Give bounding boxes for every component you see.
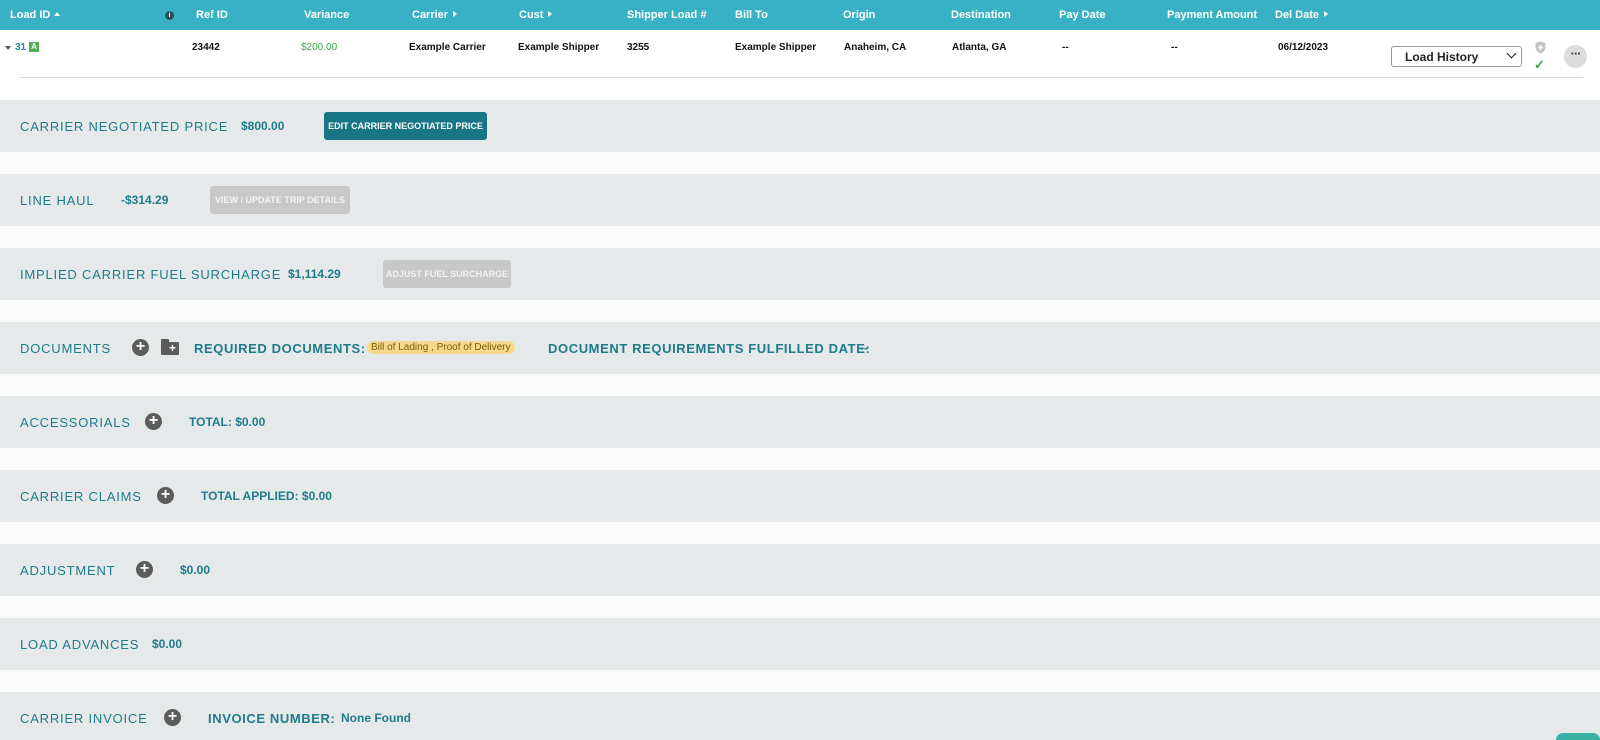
- col-del-date[interactable]: Del Date: [1275, 9, 1329, 21]
- add-document-button[interactable]: +: [132, 339, 149, 356]
- sort-asc-icon: [54, 12, 61, 16]
- col-origin[interactable]: Origin: [843, 9, 875, 21]
- carrier-cell: Example Carrier: [409, 42, 486, 53]
- required-documents-pill: Bill of Lading , Proof of Delivery: [367, 341, 515, 354]
- row-divider: [20, 77, 1583, 78]
- col-load-id[interactable]: Load ID: [10, 9, 61, 21]
- adjustment-value: $0.00: [180, 563, 211, 577]
- section-label: CARRIER NEGOTIATED PRICE: [20, 119, 229, 134]
- check-icon: ✓: [1534, 57, 1545, 72]
- col-bill-to[interactable]: Bill To: [735, 9, 768, 21]
- add-claim-button[interactable]: +: [157, 487, 174, 504]
- carrier-negotiated-price-section: CARRIER NEGOTIATED PRICE $800.00 EDIT CA…: [0, 100, 1600, 152]
- table-row: 31 A 23442 $200.00 Example Carrier Exampl…: [0, 30, 1600, 100]
- invoice-number-label: INVOICE NUMBER:: [208, 711, 336, 726]
- variance-cell: $200.00: [301, 42, 338, 53]
- info-icon[interactable]: i: [165, 11, 174, 20]
- status-badge: A: [29, 42, 39, 52]
- section-label: ADJUSTMENT: [20, 563, 116, 578]
- col-cust[interactable]: Cust: [519, 9, 553, 21]
- col-variance[interactable]: Variance: [304, 9, 349, 21]
- section-label: LOAD ADVANCES: [20, 637, 140, 652]
- adjustment-section: ADJUSTMENT + $0.00: [0, 544, 1600, 596]
- add-adjustment-button[interactable]: +: [136, 561, 153, 578]
- del-date-cell: 06/12/2023: [1278, 42, 1329, 53]
- fuel-surcharge-value: $1,114.29: [288, 267, 341, 281]
- fulfilled-date-label: DOCUMENT REQUIREMENTS FULFILLED DATE:: [548, 341, 871, 356]
- col-load-id-label: Load ID: [10, 9, 51, 21]
- sort-right-icon: [548, 11, 553, 17]
- bill-to-cell: Example Shipper: [735, 42, 817, 53]
- ref-id-cell: 23442: [192, 42, 220, 53]
- origin-cell: Anaheim, CA: [844, 42, 907, 53]
- load-id-cell: 31 A: [15, 42, 39, 53]
- fulfilled-date-value: --: [860, 341, 868, 355]
- carrier-invoice-section: CARRIER INVOICE + INVOICE NUMBER: None F…: [0, 692, 1600, 740]
- col-payment-amount[interactable]: Payment Amount: [1167, 9, 1257, 21]
- line-haul-section: LINE HAUL -$314.29 VIEW / UPDATE TRIP DE…: [0, 174, 1600, 226]
- load-history-select-value: Load History: [1405, 50, 1479, 64]
- cust-cell: Example Shipper: [518, 42, 600, 53]
- destination-cell: Atlanta, GA: [952, 42, 1007, 53]
- accessorials-section: ACCESSORIALS + TOTAL: $0.00: [0, 396, 1600, 448]
- fuel-surcharge-section: IMPLIED CARRIER FUEL SURCHARGE $1,114.29…: [0, 248, 1600, 300]
- section-label: DOCUMENTS: [20, 341, 111, 356]
- table-header: Load ID i Ref ID Variance Carrier Cust S…: [0, 0, 1600, 30]
- load-advances-section: LOAD ADVANCES $0.00: [0, 618, 1600, 670]
- folder-plus-glyph: +: [168, 341, 176, 355]
- add-accessorial-button[interactable]: +: [145, 413, 162, 430]
- documents-section: DOCUMENTS + + REQUIRED DOCUMENTS: Bill o…: [0, 322, 1600, 374]
- folder-plus-icon[interactable]: +: [161, 339, 179, 355]
- load-id-link[interactable]: 31: [15, 42, 26, 53]
- edit-carrier-price-button[interactable]: EDIT CARRIER NEGOTIATED PRICE: [324, 112, 487, 140]
- carrier-price-value: $800.00: [241, 119, 285, 133]
- pay-date-cell: --: [1062, 42, 1069, 53]
- section-label: IMPLIED CARRIER FUEL SURCHARGE: [20, 267, 282, 282]
- chat-widget-tab[interactable]: [1556, 733, 1600, 740]
- expand-caret-icon[interactable]: [5, 46, 11, 50]
- line-haul-value: -$314.29: [121, 193, 169, 207]
- section-label: LINE HAUL: [20, 193, 95, 208]
- col-carrier-label: Carrier: [412, 9, 449, 21]
- col-ref-id[interactable]: Ref ID: [196, 9, 228, 21]
- section-label: CARRIER INVOICE: [20, 711, 148, 726]
- section-label: CARRIER CLAIMS: [20, 489, 142, 504]
- required-documents-label: REQUIRED DOCUMENTS:: [194, 341, 366, 356]
- shield-icon[interactable]: [1535, 41, 1546, 54]
- claims-total: TOTAL APPLIED: $0.00: [201, 489, 332, 503]
- shipper-load-cell: 3255: [627, 42, 650, 53]
- payment-amount-cell: --: [1171, 42, 1178, 53]
- sort-right-icon: [453, 11, 458, 17]
- col-cust-label: Cust: [519, 9, 544, 21]
- load-advances-value: $0.00: [152, 637, 183, 651]
- carrier-claims-section: CARRIER CLAIMS + TOTAL APPLIED: $0.00: [0, 470, 1600, 522]
- view-update-trip-button[interactable]: VIEW / UPDATE TRIP DETAILS: [210, 186, 350, 214]
- adjust-fuel-surcharge-button[interactable]: ADJUST FUEL SURCHARGE: [383, 260, 511, 288]
- more-options-button[interactable]: ···: [1564, 45, 1587, 68]
- col-carrier[interactable]: Carrier: [412, 9, 458, 21]
- col-destination[interactable]: Destination: [951, 9, 1011, 21]
- section-label: ACCESSORIALS: [20, 415, 131, 430]
- invoice-number-value: None Found: [341, 711, 411, 725]
- accessorials-total: TOTAL: $0.00: [189, 415, 266, 429]
- sort-right-icon: [1324, 11, 1329, 17]
- load-history-select[interactable]: Load History: [1391, 46, 1522, 67]
- col-del-date-label: Del Date: [1275, 9, 1320, 21]
- col-shipper-load[interactable]: Shipper Load #: [627, 9, 706, 21]
- add-invoice-button[interactable]: +: [164, 709, 181, 726]
- chevron-down-icon: [1506, 48, 1517, 59]
- col-pay-date[interactable]: Pay Date: [1059, 9, 1105, 21]
